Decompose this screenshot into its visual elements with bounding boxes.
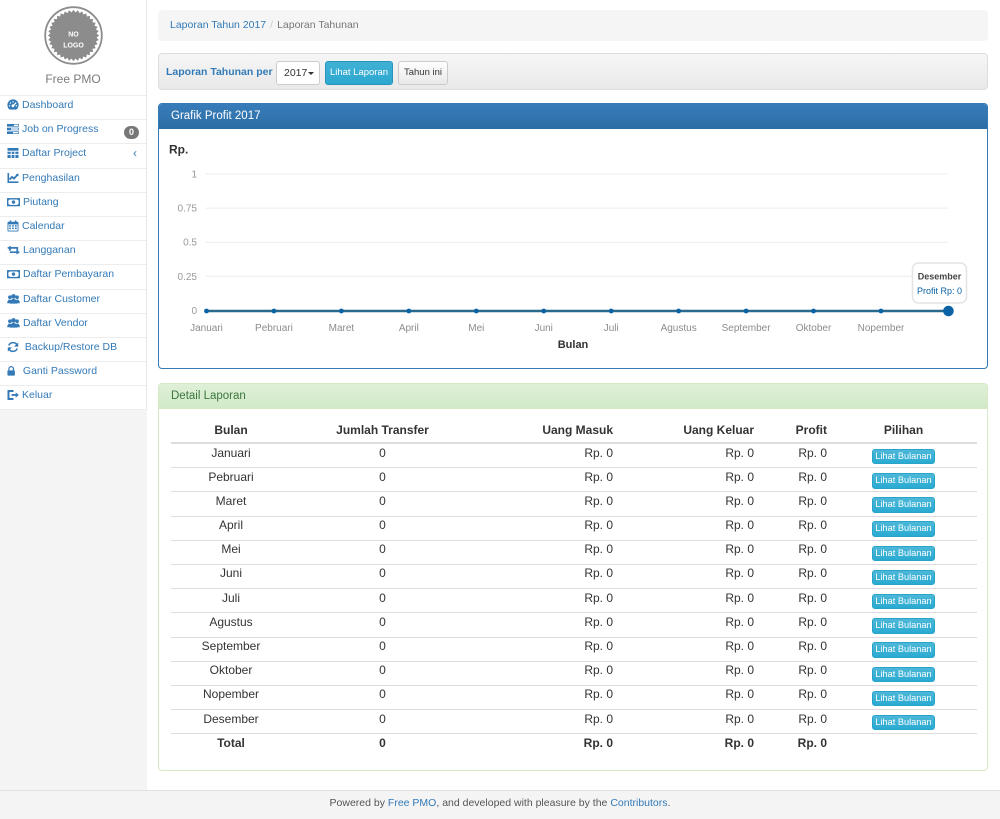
- svg-text:Bulan: Bulan: [558, 339, 589, 351]
- svg-text:Oktober: Oktober: [796, 323, 832, 334]
- svg-text:Mei: Mei: [468, 323, 484, 334]
- svg-text:Januari: Januari: [190, 323, 223, 334]
- svg-text:0.5: 0.5: [183, 238, 197, 249]
- svg-text:0.75: 0.75: [178, 204, 198, 215]
- svg-text:Nopember: Nopember: [858, 323, 905, 334]
- svg-text:Juli: Juli: [604, 323, 619, 334]
- svg-text:Pebruari: Pebruari: [255, 323, 293, 334]
- svg-text:September: September: [722, 323, 772, 334]
- svg-text:1: 1: [191, 170, 197, 181]
- svg-text:Juni: Juni: [535, 323, 553, 334]
- svg-text:0.25: 0.25: [178, 272, 198, 283]
- svg-text:NO: NO: [68, 32, 79, 39]
- svg-text:0: 0: [191, 306, 197, 317]
- svg-text:LOGO: LOGO: [63, 43, 84, 50]
- svg-text:Agustus: Agustus: [661, 323, 697, 334]
- svg-text:Rp.: Rp.: [169, 143, 188, 157]
- svg-text:April: April: [399, 323, 419, 334]
- svg-text:Desember: Desember: [918, 272, 962, 282]
- svg-text:Profit Rp: 0: Profit Rp: 0: [917, 286, 962, 296]
- svg-text:Maret: Maret: [329, 323, 355, 334]
